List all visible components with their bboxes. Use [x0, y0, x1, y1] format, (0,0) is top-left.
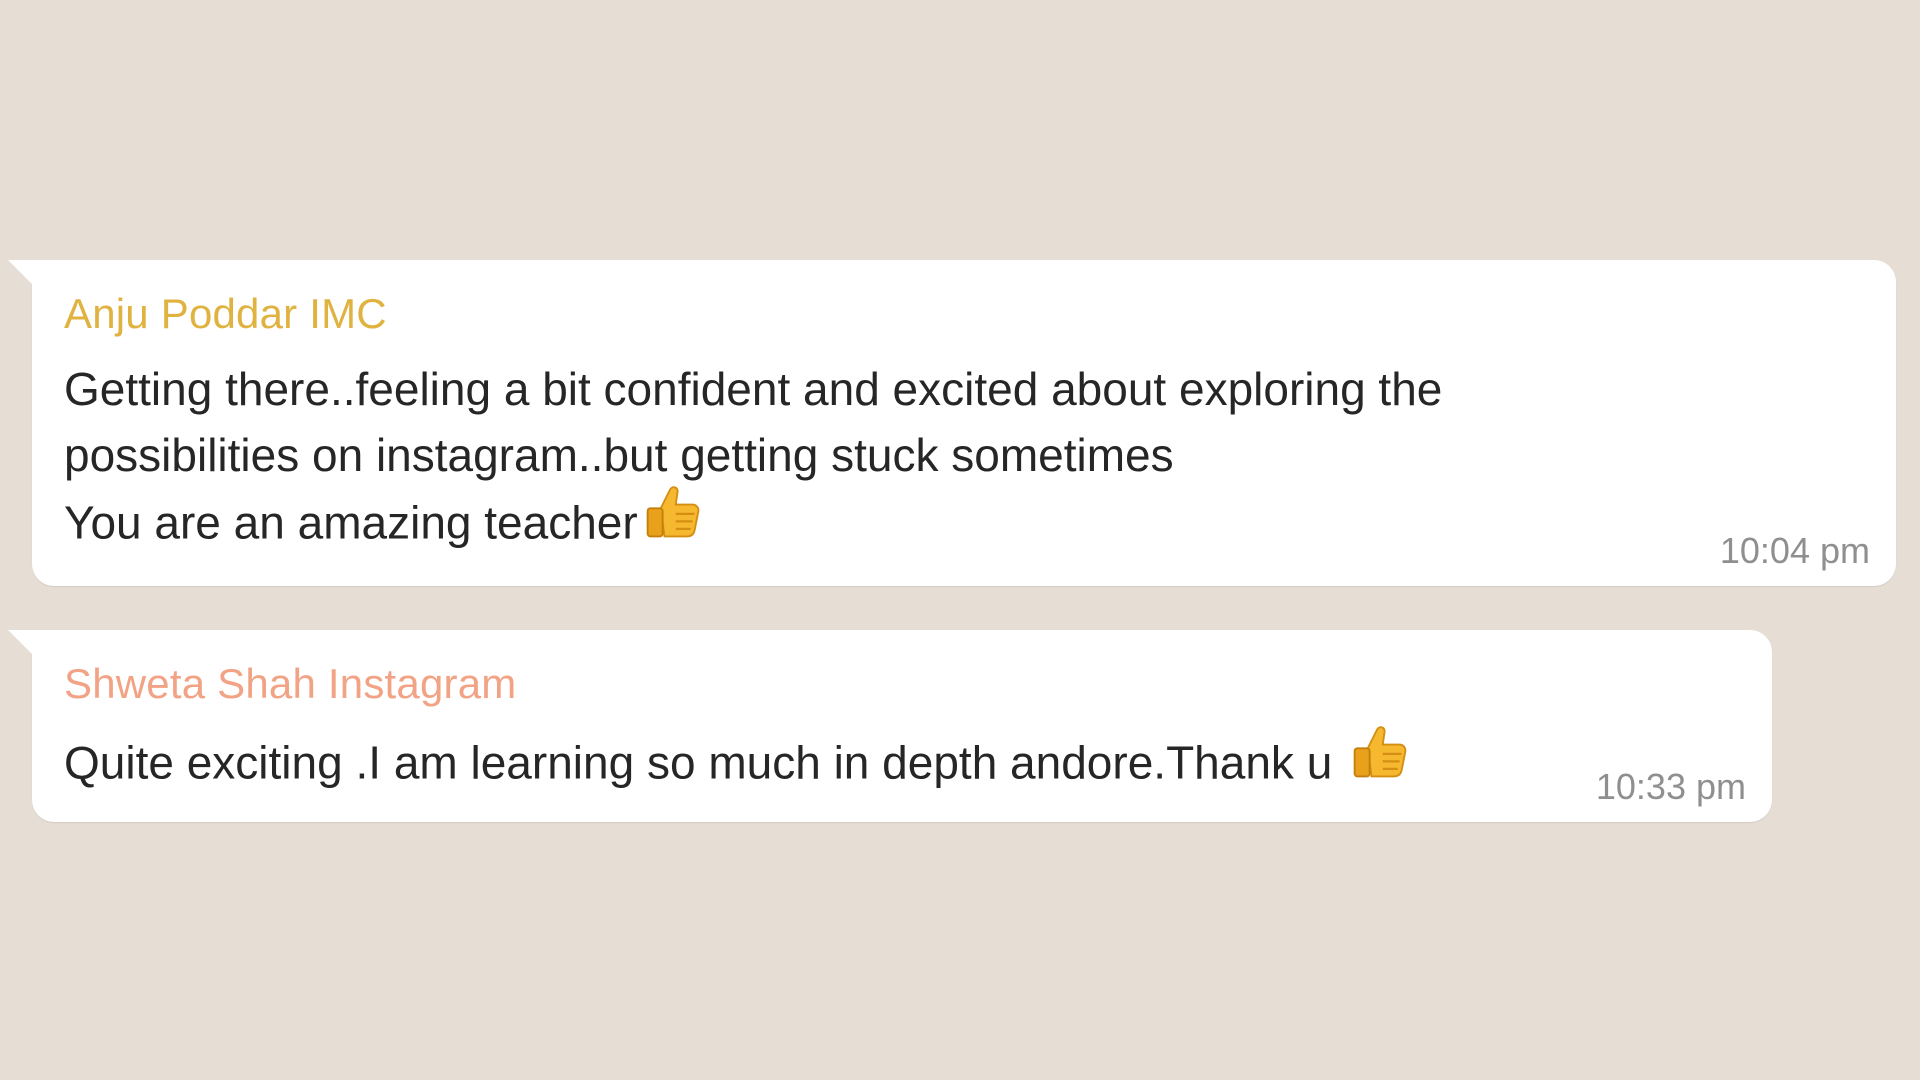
sender-name[interactable]: Anju Poddar IMC: [64, 290, 387, 338]
message-line-last: Quite exciting .I am learning so much in…: [64, 726, 1409, 805]
chat-area: Anju Poddar IMC Getting there..feeling a…: [0, 0, 1920, 1080]
thumbs-up-icon: [642, 482, 702, 559]
sender-name[interactable]: Shweta Shah Instagram: [64, 660, 516, 708]
thumbs-up-icon: [1349, 722, 1409, 799]
bubble-tail: [8, 630, 34, 656]
bubble-tail: [8, 260, 34, 286]
message-bubble[interactable]: Shweta Shah Instagram Quite exciting .I …: [8, 630, 1772, 822]
message-line: possibilities on instagram..but getting …: [64, 429, 1174, 481]
message-line-text: Quite exciting .I am learning so much in…: [64, 736, 1346, 789]
message-bubble[interactable]: Anju Poddar IMC Getting there..feeling a…: [8, 260, 1896, 586]
message-text: Getting there..feeling a bit confident a…: [64, 356, 1442, 565]
message-line-text: You are an amazing teacher: [64, 496, 638, 549]
message-text: Quite exciting .I am learning so much in…: [64, 726, 1409, 805]
message-line: Getting there..feeling a bit confident a…: [64, 363, 1443, 415]
timestamp: 10:33 pm: [1595, 766, 1746, 807]
message-line-last: You are an amazing teacher: [64, 486, 1442, 565]
timestamp: 10:04 pm: [1719, 530, 1870, 571]
